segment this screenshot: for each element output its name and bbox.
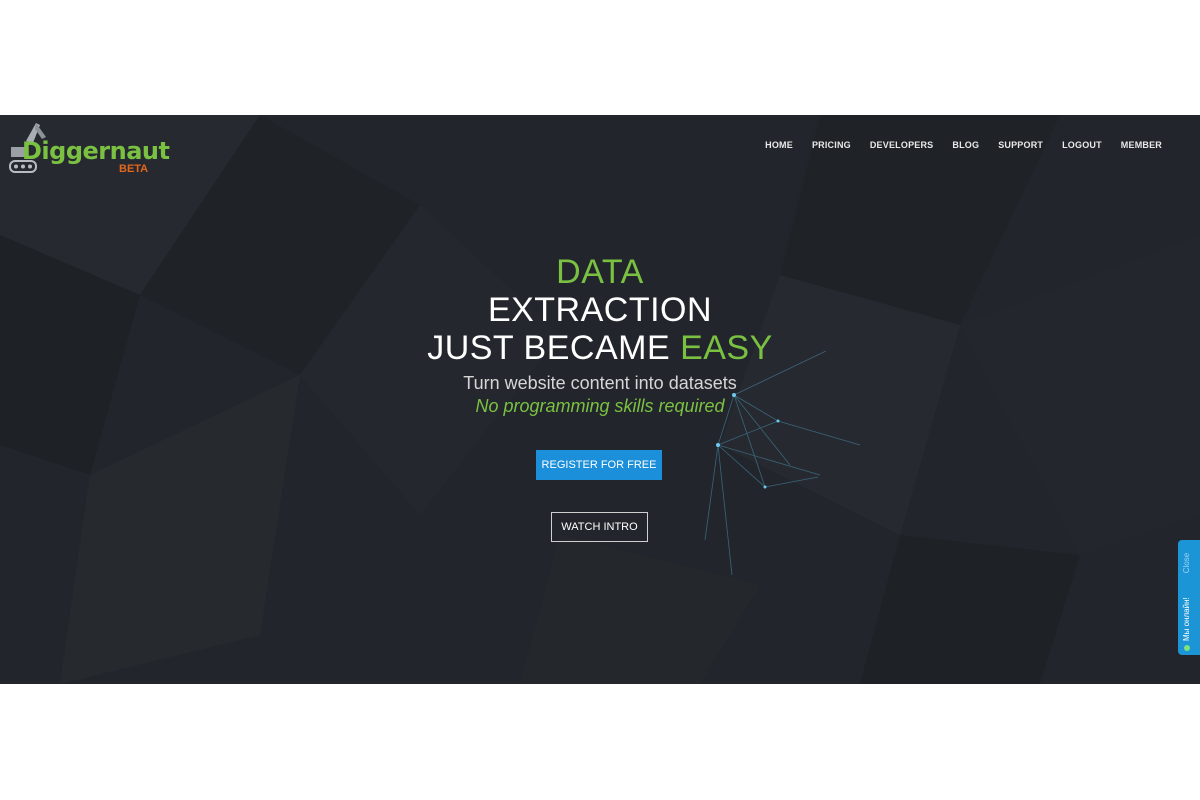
brand-logo[interactable]: Diggernaut BETA — [8, 121, 170, 177]
chat-tab-content: Мы онлайн! Close — [1182, 553, 1191, 651]
nav-item-logout[interactable]: LOGOUT — [1062, 140, 1102, 150]
headline-accent: EASY — [680, 329, 773, 367]
chat-close-button[interactable]: Close — [1182, 553, 1191, 573]
headline-line-2: EXTRACTION — [487, 291, 713, 329]
hero-section: Diggernaut BETA HOME PRICING DEVELOPERS … — [0, 115, 1200, 684]
nav-item-blog[interactable]: BLOG — [952, 140, 979, 150]
register-button[interactable]: REGISTER FOR FREE — [536, 450, 662, 480]
nav-item-support[interactable]: SUPPORT — [998, 140, 1043, 150]
hero-subtitle: Turn website content into datasets — [463, 373, 737, 393]
nav-item-home[interactable]: HOME — [765, 140, 793, 150]
brand-name: Diggernaut — [22, 137, 170, 165]
headline-line-3: JUST BECAME EASY — [0, 329, 1200, 367]
main-nav: HOME PRICING DEVELOPERS BLOG SUPPORT LOG… — [746, 140, 1162, 150]
nav-item-member[interactable]: MEMBER — [1121, 140, 1162, 150]
online-status-icon — [1183, 645, 1190, 651]
hero-tagline: No programming skills required — [475, 396, 725, 416]
beta-badge: BETA — [119, 163, 149, 175]
headline-line-3-start: JUST BECAME — [427, 329, 681, 367]
nav-item-pricing[interactable]: PRICING — [812, 140, 851, 150]
hero-content: DATA EXTRACTION JUST BECAME EASY Turn we… — [0, 253, 1200, 418]
watch-intro-button[interactable]: WATCH INTRO — [551, 512, 648, 542]
online-chat-tab[interactable]: Мы онлайн! Close — [1178, 540, 1200, 655]
chat-label: Мы онлайн! — [1182, 597, 1191, 641]
headline-line-1: DATA — [556, 253, 644, 291]
nav-item-developers[interactable]: DEVELOPERS — [870, 140, 934, 150]
